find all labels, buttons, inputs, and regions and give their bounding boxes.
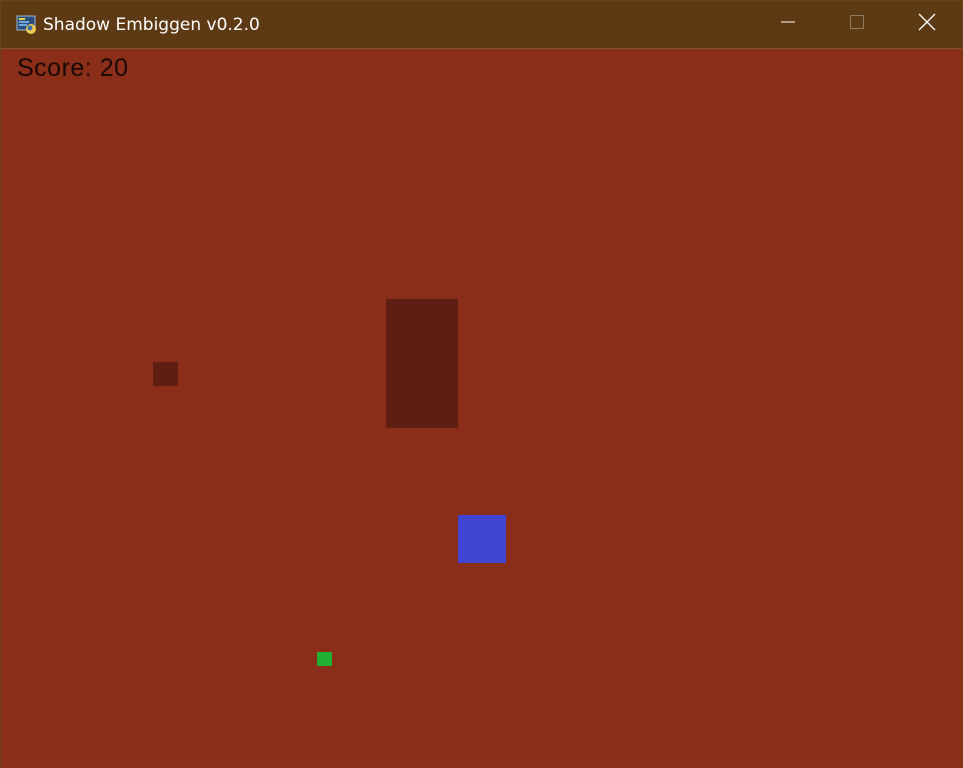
maximize-icon — [849, 14, 865, 35]
minimize-button[interactable] — [753, 1, 823, 48]
player-square — [458, 515, 506, 563]
game-window: Shadow Embiggen v0.2.0 Score: 20 — [0, 0, 963, 768]
obstacle-tall — [386, 299, 458, 428]
pickup-item — [317, 652, 332, 666]
minimize-icon — [780, 14, 796, 35]
maximize-button[interactable] — [822, 1, 892, 48]
python-app-icon — [16, 14, 38, 36]
title-bar[interactable]: Shadow Embiggen v0.2.0 — [1, 1, 962, 49]
close-icon — [918, 13, 936, 36]
window-title: Shadow Embiggen v0.2.0 — [43, 15, 260, 35]
obstacle-small — [153, 362, 178, 386]
game-canvas[interactable]: Score: 20 — [1, 49, 962, 768]
close-button[interactable] — [892, 1, 962, 48]
score-label: Score: 20 — [17, 54, 129, 82]
